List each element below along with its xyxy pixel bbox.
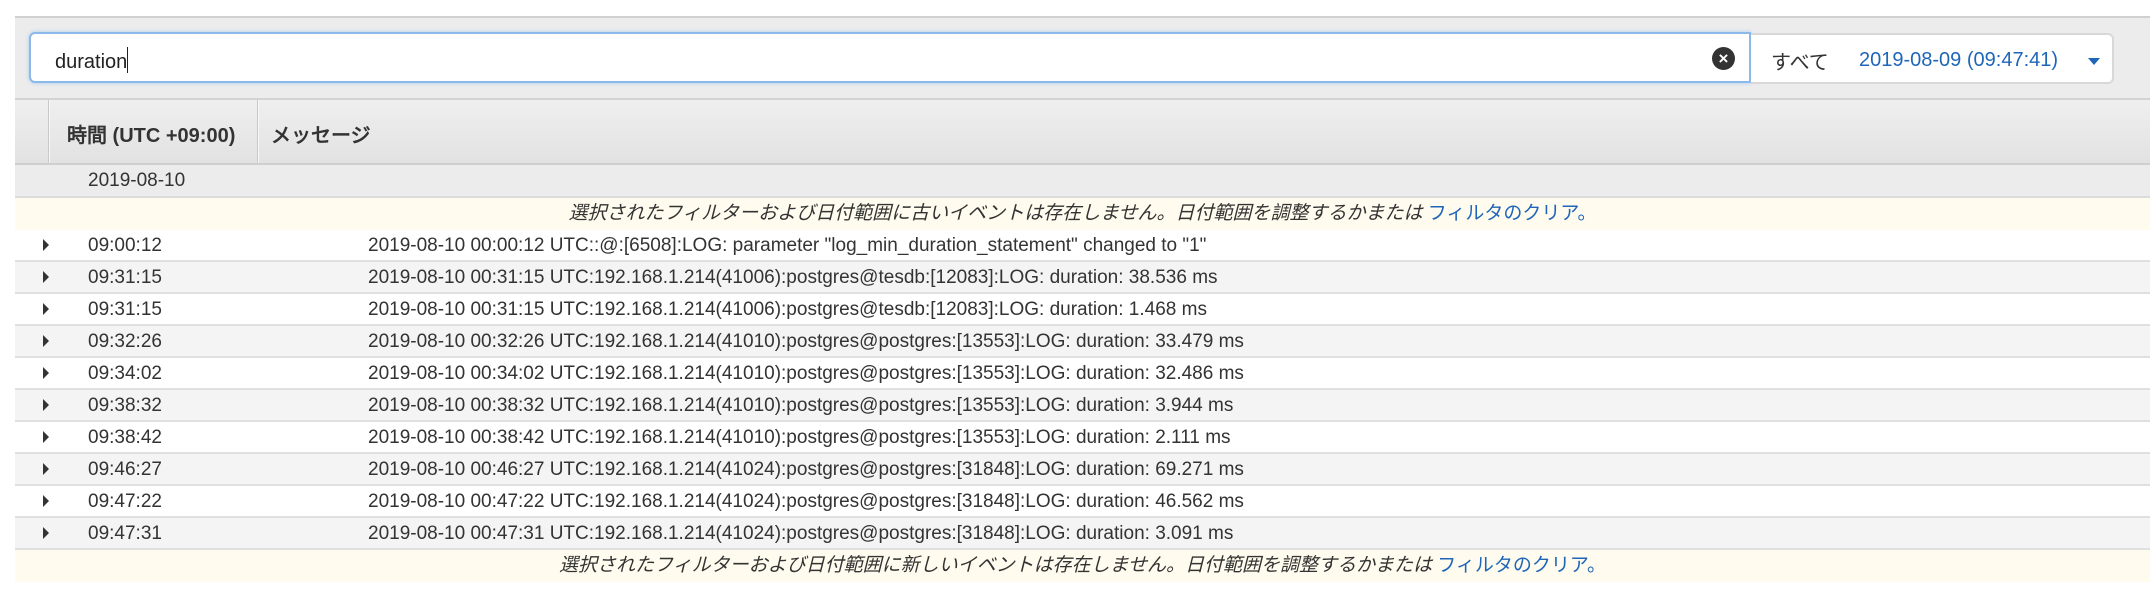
- log-time: 09:00:12: [88, 235, 162, 256]
- newer-events-notice: 選択されたフィルターおよび日付範囲に新しいイベントは存在しません。日付範囲を調整…: [15, 550, 2150, 582]
- clear-filter-link[interactable]: フィルタのクリア。: [1428, 203, 1597, 224]
- column-header-message[interactable]: メッセージ: [271, 119, 371, 148]
- expand-arrow-icon[interactable]: [43, 335, 49, 347]
- expand-arrow-icon[interactable]: [43, 367, 49, 379]
- expand-arrow-icon[interactable]: [43, 463, 49, 475]
- log-time: 09:47:22: [88, 491, 162, 512]
- expand-arrow-icon[interactable]: [43, 271, 49, 283]
- log-row[interactable]: 09:46:27 2019-08-10 00:46:27 UTC:192.168.…: [15, 454, 2150, 486]
- log-row[interactable]: 09:34:02 2019-08-10 00:34:02 UTC:192.168.…: [15, 358, 2150, 390]
- expand-arrow-icon[interactable]: [43, 399, 49, 411]
- expand-arrow-icon[interactable]: [43, 303, 49, 315]
- log-message: 2019-08-10 00:31:15 UTC:192.168.1.214(41…: [368, 267, 1218, 288]
- chevron-down-icon[interactable]: [2088, 58, 2100, 65]
- log-row[interactable]: 09:38:32 2019-08-10 00:38:32 UTC:192.168.…: [15, 390, 2150, 422]
- expand-arrow-icon[interactable]: [43, 527, 49, 539]
- log-time: 09:38:42: [88, 427, 162, 448]
- log-time: 09:32:26: [88, 331, 162, 352]
- log-message: 2019-08-10 00:47:31 UTC:192.168.1.214(41…: [368, 523, 1234, 544]
- log-events-panel: duration × すべて 2019-08-09 (09:47:41) 時間 …: [15, 16, 2150, 582]
- search-value-wrap: duration: [55, 47, 129, 74]
- log-time: 09:34:02: [88, 363, 162, 384]
- log-message: 2019-08-10 00:38:32 UTC:192.168.1.214(41…: [368, 395, 1234, 416]
- log-message: 2019-08-10 00:32:26 UTC:192.168.1.214(41…: [368, 331, 1244, 352]
- table-header: 時間 (UTC +09:00) メッセージ: [15, 100, 2150, 165]
- log-row[interactable]: 09:47:31 2019-08-10 00:47:31 UTC:192.168.…: [15, 518, 2150, 550]
- search-value: duration: [55, 51, 128, 73]
- date-range-selector[interactable]: すべて 2019-08-09 (09:47:41): [1751, 33, 2114, 84]
- log-row[interactable]: 09:38:42 2019-08-10 00:38:42 UTC:192.168.…: [15, 422, 2150, 454]
- expand-arrow-icon[interactable]: [43, 239, 49, 251]
- log-message: 2019-08-10 00:34:02 UTC:192.168.1.214(41…: [368, 363, 1244, 384]
- expand-arrow-icon[interactable]: [43, 495, 49, 507]
- log-row[interactable]: 09:47:22 2019-08-10 00:47:22 UTC:192.168.…: [15, 486, 2150, 518]
- date-group-row: 2019-08-10: [15, 165, 2150, 198]
- log-rows: 09:00:12 2019-08-10 00:00:12 UTC::@:[6508…: [15, 230, 2150, 550]
- text-cursor: [127, 47, 129, 73]
- range-all-button[interactable]: すべて: [1771, 46, 1829, 75]
- log-time: 09:46:27: [88, 459, 162, 480]
- log-row[interactable]: 09:31:15 2019-08-10 00:31:15 UTC:192.168.…: [15, 262, 2150, 294]
- date-group-label: 2019-08-10: [88, 170, 186, 191]
- log-row[interactable]: 09:00:12 2019-08-10 00:00:12 UTC::@:[6508…: [15, 230, 2150, 262]
- log-message: 2019-08-10 00:46:27 UTC:192.168.1.214(41…: [368, 459, 1244, 480]
- log-time: 09:38:32: [88, 395, 162, 416]
- log-row[interactable]: 09:31:15 2019-08-10 00:31:15 UTC:192.168.…: [15, 294, 2150, 326]
- notice-text: 選択されたフィルターおよび日付範囲に古いイベントは存在しません。日付範囲を調整す…: [568, 203, 1428, 224]
- log-time: 09:31:15: [88, 267, 162, 288]
- column-divider[interactable]: [257, 100, 259, 163]
- log-row[interactable]: 09:32:26 2019-08-10 00:32:26 UTC:192.168.…: [15, 326, 2150, 358]
- log-time: 09:47:31: [88, 523, 162, 544]
- filter-toolbar: duration × すべて 2019-08-09 (09:47:41): [15, 18, 2150, 100]
- older-events-notice: 選択されたフィルターおよび日付範囲に古いイベントは存在しません。日付範囲を調整す…: [15, 198, 2150, 230]
- range-date-dropdown[interactable]: 2019-08-09 (09:47:41): [1859, 49, 2058, 72]
- log-time: 09:31:15: [88, 299, 162, 320]
- log-message: 2019-08-10 00:31:15 UTC:192.168.1.214(41…: [368, 299, 1207, 320]
- column-header-time[interactable]: 時間 (UTC +09:00): [67, 119, 235, 148]
- clear-search-icon[interactable]: ×: [1712, 47, 1735, 70]
- column-divider[interactable]: [48, 100, 50, 163]
- log-message: 2019-08-10 00:47:22 UTC:192.168.1.214(41…: [368, 491, 1244, 512]
- clear-filter-link[interactable]: フィルタのクリア。: [1437, 555, 1606, 576]
- expand-arrow-icon[interactable]: [43, 431, 49, 443]
- filter-search-input[interactable]: duration ×: [29, 32, 1751, 83]
- notice-text: 選択されたフィルターおよび日付範囲に新しいイベントは存在しません。日付範囲を調整…: [558, 555, 1438, 576]
- log-message: 2019-08-10 00:38:42 UTC:192.168.1.214(41…: [368, 427, 1231, 448]
- log-message: 2019-08-10 00:00:12 UTC::@:[6508]:LOG: p…: [368, 235, 1207, 256]
